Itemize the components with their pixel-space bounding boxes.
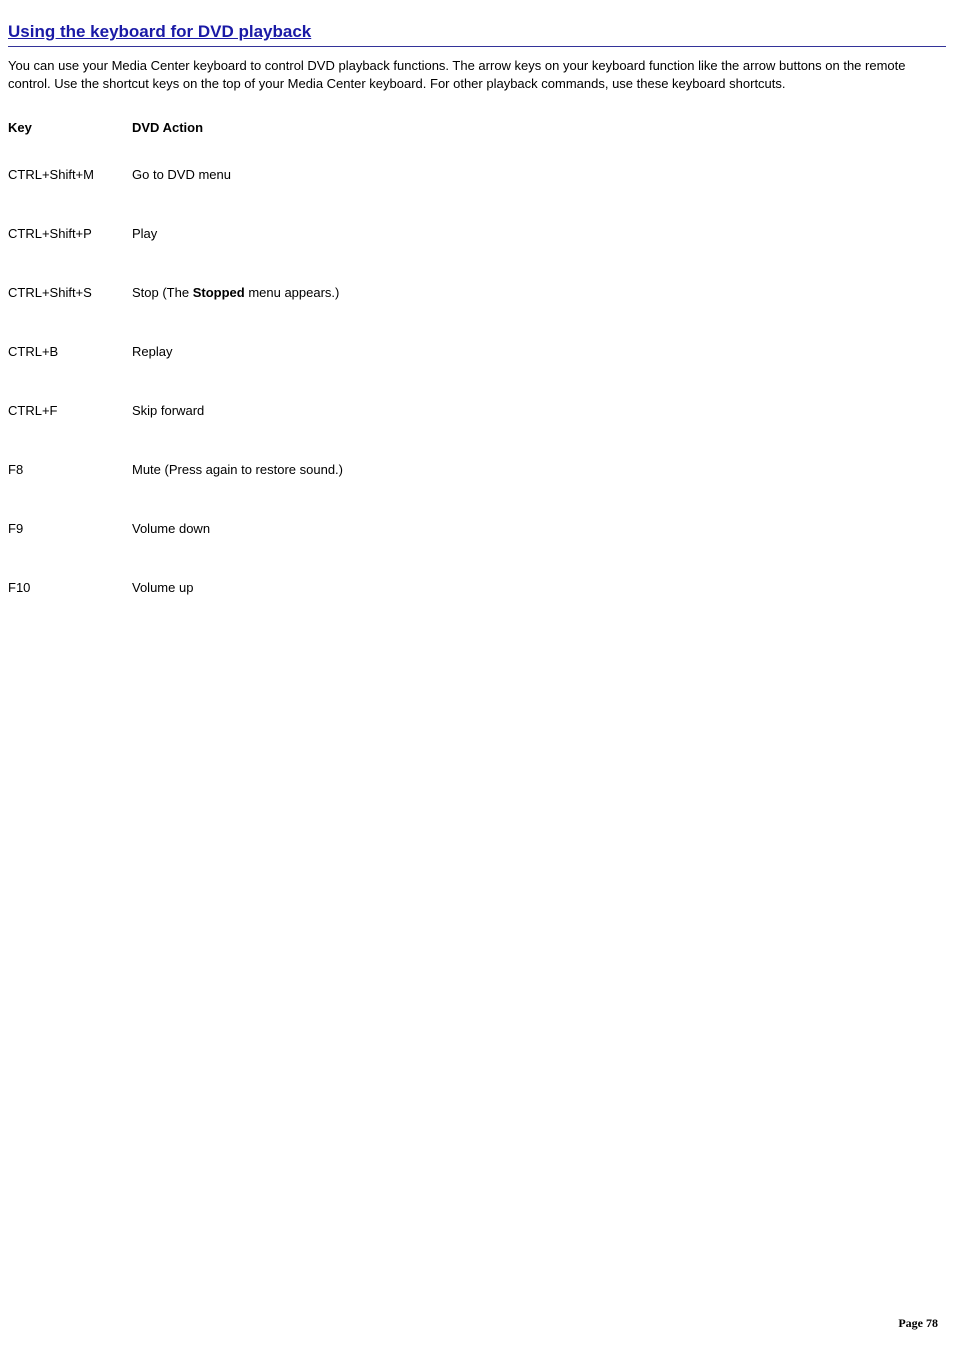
cell-action: Volume up	[132, 558, 343, 617]
table-header-row: Key DVD Action	[8, 110, 343, 145]
cell-key: CTRL+B	[8, 322, 132, 381]
action-text: Volume down	[132, 521, 210, 536]
action-text-post: menu appears.)	[245, 285, 340, 300]
cell-action: Mute (Press again to restore sound.)	[132, 440, 343, 499]
header-action: DVD Action	[132, 110, 343, 145]
table-row: F10 Volume up	[8, 558, 343, 617]
page-label: Page	[898, 1316, 926, 1330]
cell-action: Stop (The Stopped menu appears.)	[132, 263, 343, 322]
cell-action: Replay	[132, 322, 343, 381]
action-text: Go to DVD menu	[132, 167, 231, 182]
action-text: Replay	[132, 344, 172, 359]
table-row: F8 Mute (Press again to restore sound.)	[8, 440, 343, 499]
table-row: CTRL+B Replay	[8, 322, 343, 381]
page-footer: Page 78	[898, 1316, 938, 1331]
cell-key: CTRL+Shift+P	[8, 204, 132, 263]
table-row: CTRL+F Skip forward	[8, 381, 343, 440]
action-text: Stop (The	[132, 285, 193, 300]
cell-key: F8	[8, 440, 132, 499]
table-row: CTRL+Shift+S Stop (The Stopped menu appe…	[8, 263, 343, 322]
cell-key: F9	[8, 499, 132, 558]
cell-action: Skip forward	[132, 381, 343, 440]
action-text: Mute (Press again to restore sound.)	[132, 462, 343, 477]
page-number: 78	[926, 1316, 938, 1330]
action-text: Volume up	[132, 580, 193, 595]
cell-action: Volume down	[132, 499, 343, 558]
shortcuts-table: Key DVD Action CTRL+Shift+M Go to DVD me…	[8, 110, 343, 617]
cell-action: Play	[132, 204, 343, 263]
action-text: Play	[132, 226, 157, 241]
action-text: Skip forward	[132, 403, 204, 418]
cell-key: CTRL+Shift+M	[8, 145, 132, 204]
header-key: Key	[8, 110, 132, 145]
table-row: F9 Volume down	[8, 499, 343, 558]
cell-key: CTRL+Shift+S	[8, 263, 132, 322]
cell-key: CTRL+F	[8, 381, 132, 440]
action-bold: Stopped	[193, 285, 245, 300]
document-page: Using the keyboard for DVD playback You …	[0, 0, 954, 1351]
table-row: CTRL+Shift+P Play	[8, 204, 343, 263]
intro-paragraph: You can use your Media Center keyboard t…	[8, 57, 946, 92]
cell-key: F10	[8, 558, 132, 617]
section-title: Using the keyboard for DVD playback	[8, 22, 946, 42]
table-row: CTRL+Shift+M Go to DVD menu	[8, 145, 343, 204]
cell-action: Go to DVD menu	[132, 145, 343, 204]
title-rule	[8, 46, 946, 47]
